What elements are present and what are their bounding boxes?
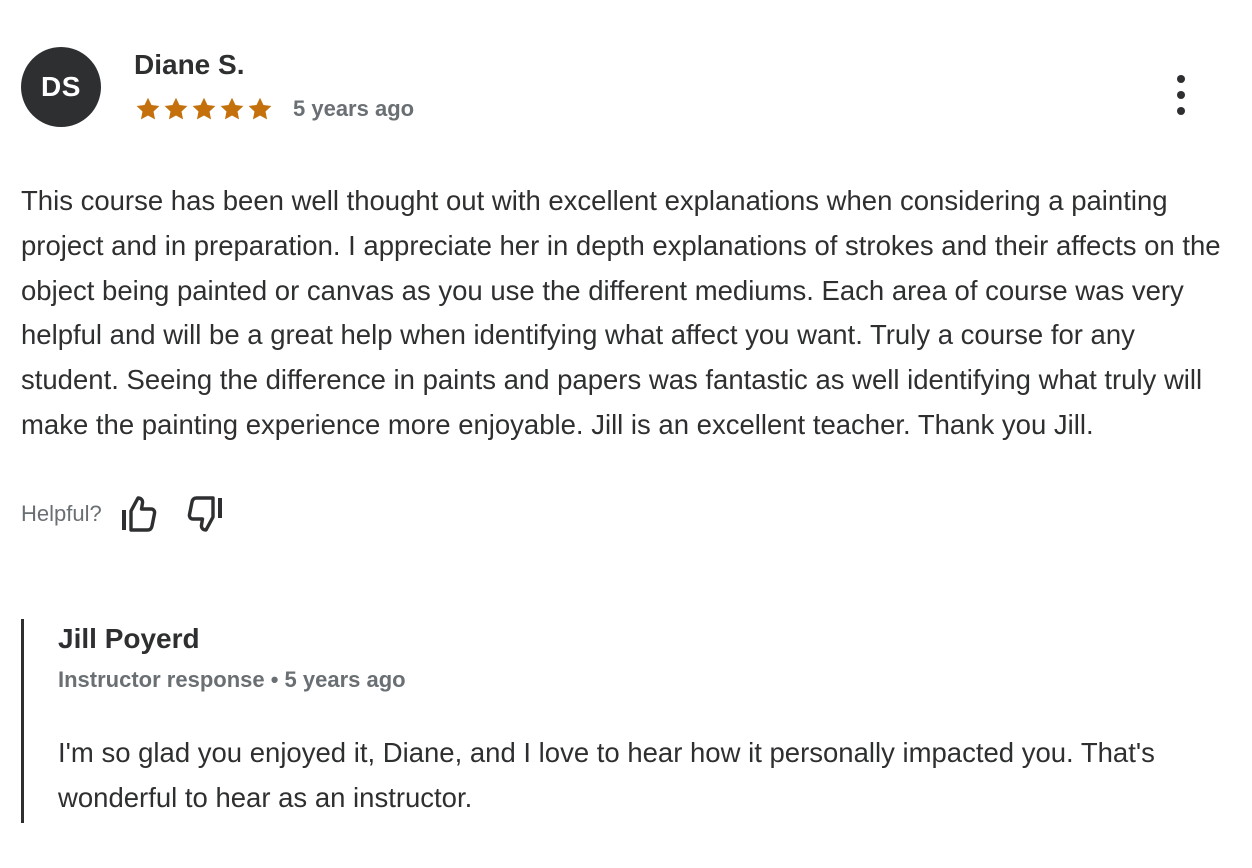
review-date: 5 years ago bbox=[293, 96, 415, 121]
review-header: DS Diane S. 5 years ago bbox=[21, 47, 1231, 127]
star-icon bbox=[248, 97, 272, 120]
review-text: This course has been well thought out wi… bbox=[21, 185, 1221, 440]
more-options-button[interactable] bbox=[1171, 75, 1191, 115]
more-vertical-icon bbox=[1177, 107, 1185, 115]
thumbs-down-icon bbox=[187, 496, 222, 532]
star-icon bbox=[136, 97, 160, 120]
star-icon bbox=[192, 97, 216, 120]
helpful-yes-button[interactable] bbox=[116, 492, 160, 536]
response-date: 5 years ago bbox=[284, 667, 406, 692]
helpful-no-button[interactable] bbox=[184, 492, 228, 536]
response-text: I'm so glad you enjoyed it, Diane, and I… bbox=[58, 737, 1155, 813]
avatar: DS bbox=[21, 47, 101, 127]
response-meta: Instructor response • 5 years ago bbox=[58, 665, 1231, 695]
meta-separator: • bbox=[264, 667, 285, 692]
helpful-row: Helpful? bbox=[21, 492, 1231, 536]
star-icon bbox=[164, 97, 188, 120]
rating-row: 5 years ago bbox=[134, 94, 414, 124]
response-role: Instructor response bbox=[58, 667, 265, 692]
helpful-label: Helpful? bbox=[21, 500, 102, 526]
star-rating bbox=[134, 96, 274, 122]
thumbs-up-icon bbox=[121, 496, 157, 532]
more-vertical-icon bbox=[1177, 91, 1185, 99]
star-icon bbox=[220, 97, 244, 120]
review-card: DS Diane S. 5 years ago This course has … bbox=[21, 47, 1231, 536]
responder-name: Jill Poyerd bbox=[58, 623, 200, 654]
instructor-response: Jill Poyerd Instructor response • 5 year… bbox=[21, 619, 1231, 823]
reviewer-name: Diane S. bbox=[134, 49, 245, 80]
more-vertical-icon bbox=[1177, 75, 1185, 83]
